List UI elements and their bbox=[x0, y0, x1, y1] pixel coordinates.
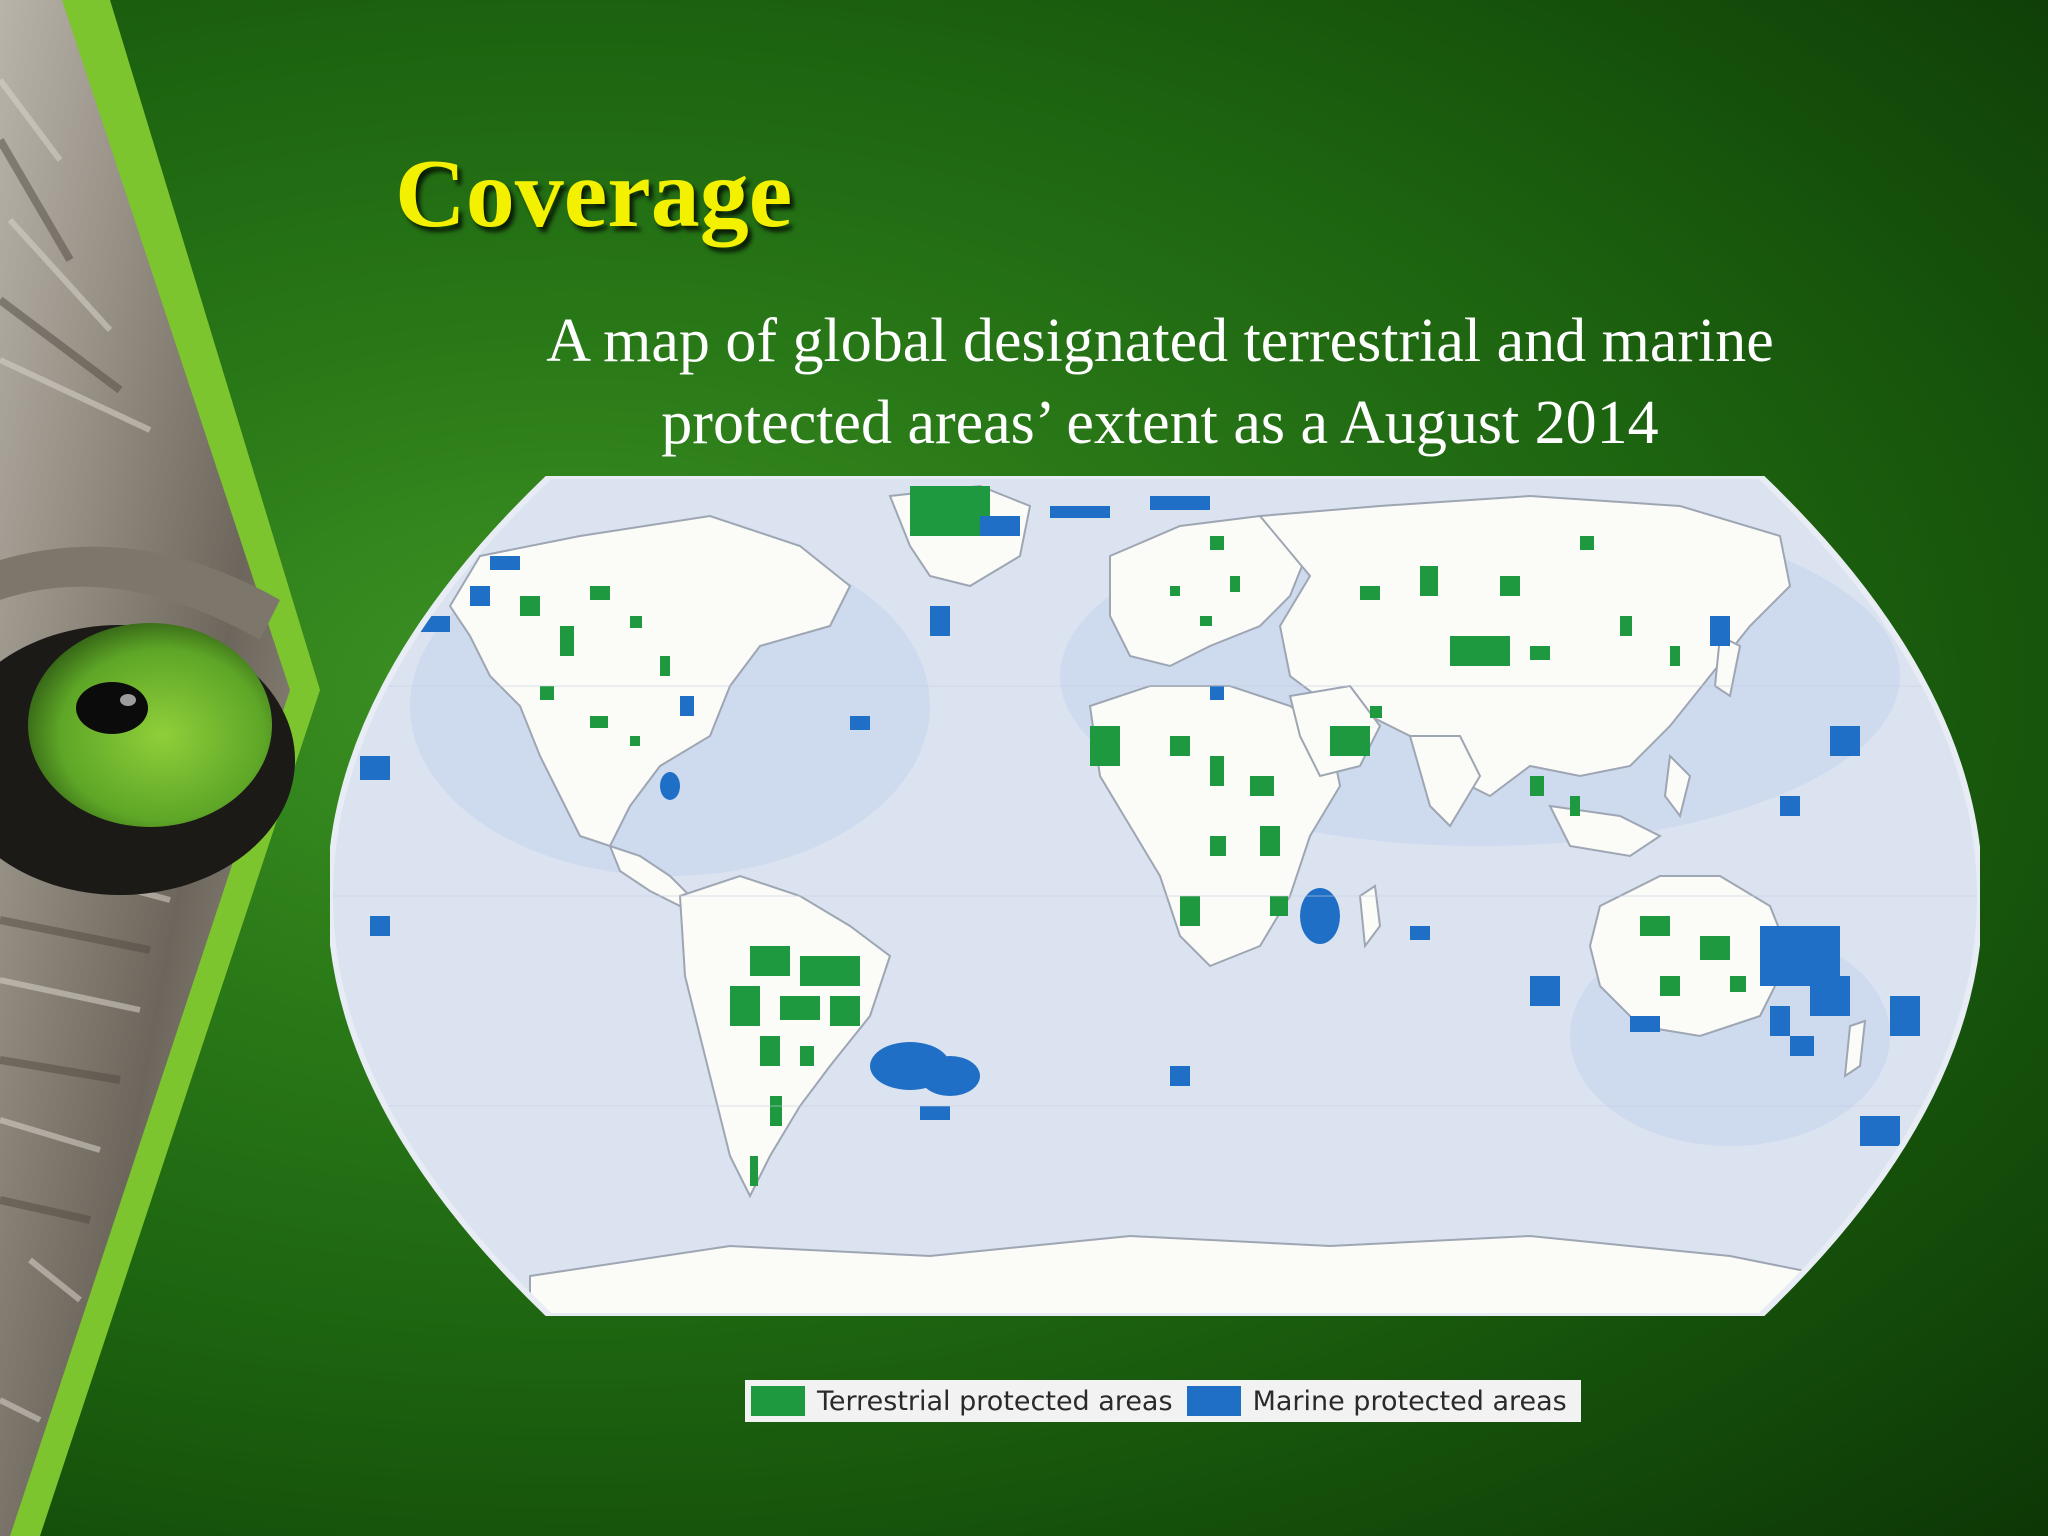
map-legend: Terrestrial protected areas Marine prote… bbox=[745, 1380, 1581, 1422]
legend-item-marine: Marine protected areas bbox=[1186, 1385, 1567, 1417]
subtitle-line-1: A map of global designated terrestrial a… bbox=[546, 307, 1774, 375]
world-map bbox=[330, 476, 1980, 1316]
terrestrial-swatch bbox=[751, 1386, 805, 1416]
subtitle-line-2: protected areas’ extent as a August 2014 bbox=[661, 389, 1659, 457]
legend-item-terrestrial: Terrestrial protected areas bbox=[751, 1386, 1173, 1417]
slide: Coverage A map of global designated terr… bbox=[0, 0, 2048, 1536]
antarctica bbox=[529, 1234, 1831, 1316]
legend-label-marine: Marine protected areas bbox=[1252, 1385, 1567, 1417]
legend-label-terrestrial: Terrestrial protected areas bbox=[817, 1385, 1173, 1417]
marine-swatch bbox=[1186, 1386, 1241, 1416]
slide-title: Coverage bbox=[395, 140, 793, 248]
slide-subtitle: A map of global designated terrestrial a… bbox=[420, 300, 1900, 464]
